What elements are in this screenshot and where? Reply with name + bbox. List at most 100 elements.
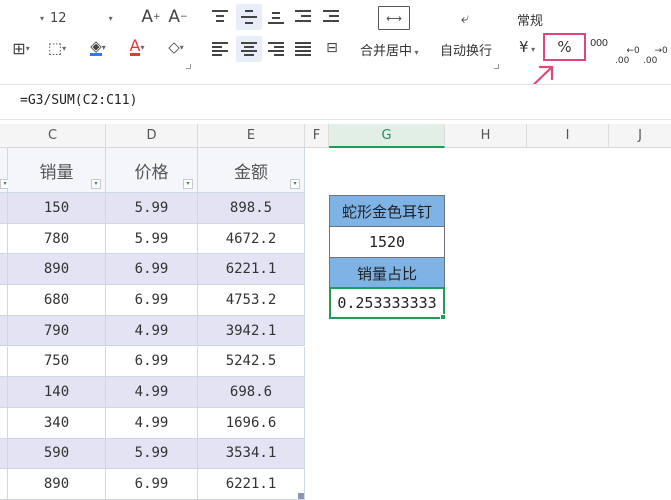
dialog-launcher-icon[interactable]: [494, 64, 499, 69]
table-header-price: 价格 ▾: [106, 148, 198, 193]
column-header-e[interactable]: E: [198, 124, 305, 148]
align-center-button[interactable]: [236, 36, 262, 62]
decrease-indent-icon[interactable]: [295, 10, 311, 24]
table-cell[interactable]: 1696.6: [198, 407, 305, 439]
table-cell[interactable]: 5242.5: [198, 346, 305, 378]
wrap-text-icon[interactable]: ⤶: [452, 6, 478, 30]
percent-icon: %: [557, 38, 572, 56]
dialog-launcher-icon[interactable]: [186, 64, 191, 69]
filter-icon[interactable]: ▾: [290, 179, 300, 189]
chevron-down-icon: ▾: [412, 48, 419, 57]
number-format-label[interactable]: 常规: [517, 10, 543, 29]
chevron-down-icon: ▾: [108, 13, 113, 23]
formula-bar[interactable]: =G3/SUM(C2:C11): [0, 84, 671, 120]
thousands-separator-button[interactable]: 000: [590, 38, 608, 49]
justify-icon[interactable]: [295, 42, 311, 56]
align-bottom-icon[interactable]: [268, 10, 284, 24]
row-stub: [0, 254, 8, 286]
ratio-value-cell[interactable]: 0.253333333: [329, 287, 445, 319]
table-cell[interactable]: 5.99: [106, 193, 198, 224]
table-cell[interactable]: 6221.1: [198, 254, 305, 286]
table-cell[interactable]: 4753.2: [198, 285, 305, 316]
table-cell[interactable]: 898.5: [198, 193, 305, 224]
fill-handle[interactable]: [440, 314, 446, 320]
align-left-icon[interactable]: [212, 42, 228, 56]
column-header-h[interactable]: H: [445, 124, 527, 148]
product-sales-cell[interactable]: 1520: [329, 226, 445, 258]
table-cell[interactable]: 780: [8, 223, 106, 255]
fill-color-icon[interactable]: ◈ ▾: [82, 36, 114, 58]
header-label-sales: 销量: [39, 162, 74, 183]
currency-icon: ¥: [519, 38, 529, 56]
row-stub: [0, 193, 8, 224]
table-cell[interactable]: 3534.1: [198, 438, 305, 470]
align-right-icon[interactable]: [268, 42, 284, 56]
table-cell[interactable]: 890: [8, 254, 106, 286]
column-header-d[interactable]: D: [106, 124, 198, 148]
merge-center-label: 合并居中: [360, 44, 413, 59]
align-top-icon[interactable]: [212, 10, 228, 24]
filter-icon[interactable]: ▾: [183, 179, 193, 189]
font-color-icon[interactable]: A ▾: [121, 36, 153, 58]
table-cell[interactable]: 890: [8, 469, 106, 500]
font-size-value: 12: [50, 10, 67, 26]
increase-indent-icon[interactable]: [323, 10, 339, 24]
table-cell[interactable]: 6.99: [106, 469, 198, 500]
chevron-down-icon: ▾: [40, 13, 45, 23]
table-cell[interactable]: 6.99: [106, 254, 198, 286]
increase-decimal-icon: ←0 .00: [615, 46, 640, 66]
header-label-amount: 金额: [234, 162, 268, 183]
column-header-i[interactable]: I: [527, 124, 609, 148]
filter-icon[interactable]: ▾: [91, 179, 101, 189]
format-painter-icon[interactable]: ⬚ ▾: [42, 38, 72, 58]
table-cell[interactable]: 3942.1: [198, 315, 305, 347]
wrap-text-button[interactable]: 自动换行: [440, 40, 492, 59]
table-cell[interactable]: 6.99: [106, 346, 198, 378]
decrease-decimal-button[interactable]: →0 .00: [643, 36, 668, 76]
table-cell[interactable]: 4.99: [106, 407, 198, 439]
table-cell[interactable]: 5.99: [106, 223, 198, 255]
table-cell[interactable]: 140: [8, 377, 106, 408]
row-stub: [0, 407, 8, 439]
column-header-f[interactable]: F: [305, 124, 329, 148]
font-size-selector[interactable]: ▾ 12 ▾: [40, 8, 130, 28]
table-cell[interactable]: 680: [8, 285, 106, 316]
distributed-align-icon[interactable]: ⊟: [321, 38, 343, 58]
merge-center-button[interactable]: 合并居中 ▾: [360, 40, 419, 59]
eraser-icon[interactable]: ◇ ▾: [160, 36, 192, 58]
table-cell[interactable]: 750: [8, 346, 106, 378]
table-header-amount: 金额 ▾: [198, 148, 305, 193]
increase-decimal-button[interactable]: ←0 .00: [615, 36, 640, 76]
table-cell[interactable]: 6.99: [106, 285, 198, 316]
chevron-down-icon: ▾: [528, 45, 536, 54]
column-header-j[interactable]: J: [609, 124, 671, 148]
row-stub: [0, 469, 8, 500]
product-name-cell[interactable]: 蛇形金色耳钉: [329, 195, 445, 227]
ratio-label-cell[interactable]: 销量占比: [329, 257, 445, 289]
row-stub: [0, 438, 8, 470]
table-cell[interactable]: 5.99: [106, 438, 198, 470]
percent-button[interactable]: %: [543, 33, 586, 61]
column-header-g[interactable]: G: [329, 124, 445, 148]
table-cell[interactable]: 790: [8, 315, 106, 347]
align-middle-button[interactable]: [236, 4, 262, 30]
table-cell[interactable]: 4672.2: [198, 223, 305, 255]
table-cell[interactable]: 698.6: [198, 377, 305, 408]
borders-icon[interactable]: ⊞ ▾: [6, 38, 36, 58]
increase-font-button[interactable]: A +: [140, 6, 162, 28]
align-center-icon: [241, 42, 257, 56]
decrease-font-button[interactable]: A −: [167, 6, 189, 28]
column-header-c[interactable]: C: [0, 124, 106, 148]
table-header-cell: ▾: [0, 148, 10, 193]
table-cell[interactable]: 4.99: [106, 315, 198, 347]
table-cell[interactable]: 6221.1: [198, 469, 305, 500]
table-cell[interactable]: 590: [8, 438, 106, 470]
resize-corner[interactable]: [298, 493, 304, 499]
table-cell[interactable]: 4.99: [106, 377, 198, 408]
merge-center-icon[interactable]: ⟷: [378, 6, 410, 30]
table-cell[interactable]: 340: [8, 407, 106, 439]
currency-button[interactable]: ¥ ▾: [519, 38, 535, 56]
header-label-price: 价格: [134, 162, 169, 183]
table-cell[interactable]: 150: [8, 193, 106, 224]
thousands-icon: 000: [590, 38, 608, 49]
